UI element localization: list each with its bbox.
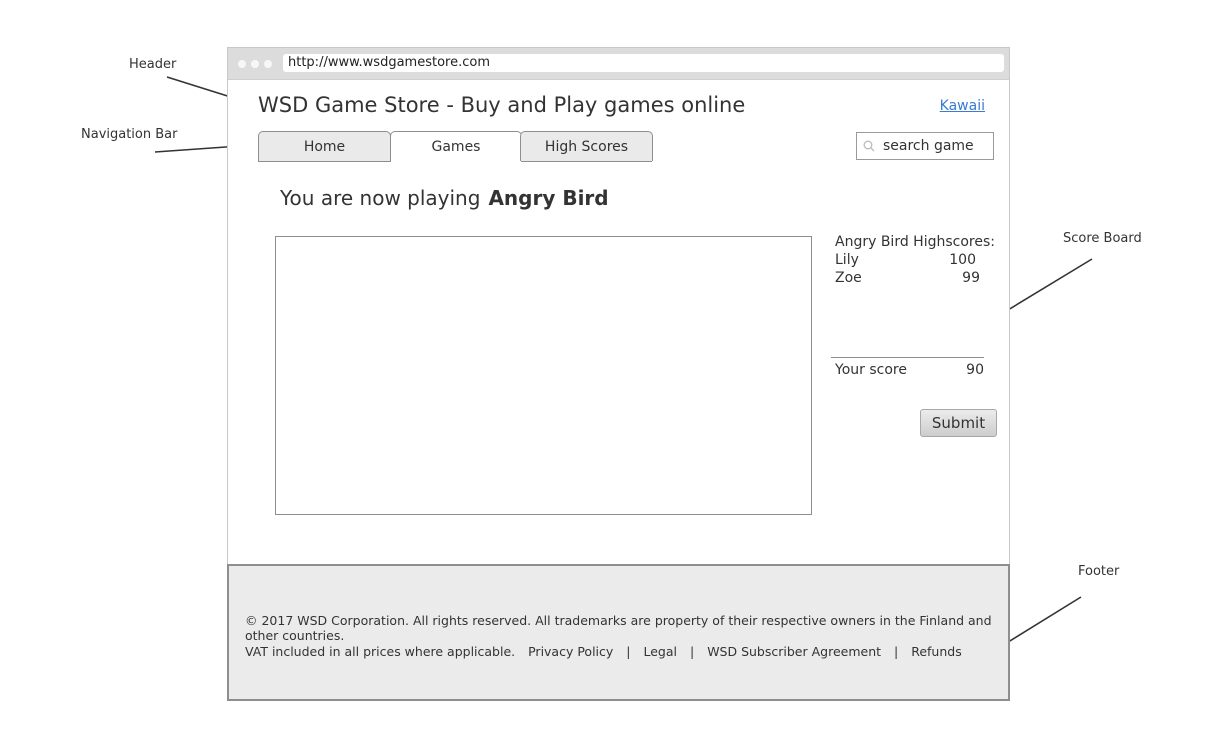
score-board-annotation: Score Board: [1063, 231, 1142, 246]
player-name: Zoe: [835, 270, 862, 286]
window-dot-icon[interactable]: [251, 60, 259, 68]
player-score: 100: [949, 252, 976, 268]
now-playing-prefix: You are now playing: [280, 186, 481, 210]
footer-separator: |: [689, 644, 695, 659]
copyright-text: © 2017 WSD Corporation. All rights reser…: [245, 613, 992, 643]
navigation-bar-annotation: Navigation Bar: [81, 127, 178, 142]
score-board-title: Angry Bird Highscores:: [835, 234, 995, 250]
footer-link-legal[interactable]: Legal: [643, 644, 677, 659]
submit-button[interactable]: Submit: [920, 409, 997, 437]
address-bar[interactable]: http://www.wsdgamestore.com: [283, 54, 1004, 72]
player-name: Lily: [835, 252, 859, 268]
game-name: Angry Bird: [488, 186, 609, 210]
footer: © 2017 WSD Corporation. All rights reser…: [227, 564, 1010, 701]
footer-link-refunds[interactable]: Refunds: [911, 644, 962, 659]
vat-notice: VAT included in all prices where applica…: [245, 644, 516, 659]
score-entry: Zoe 99: [834, 270, 982, 288]
footer-separator: |: [894, 644, 899, 659]
game-frame[interactable]: [275, 236, 812, 515]
tab-games[interactable]: Games: [390, 131, 522, 162]
tab-home[interactable]: Home: [258, 131, 391, 161]
search-icon: [863, 140, 875, 152]
score-entry: Lily 100: [834, 252, 982, 270]
tab-high-scores[interactable]: High Scores: [520, 131, 653, 161]
browser-window: http://www.wsdgamestore.com WSD Game Sto…: [227, 47, 1010, 701]
your-score-label: Your score: [835, 362, 907, 378]
your-score-value: 90: [966, 362, 984, 378]
search-box[interactable]: [856, 132, 999, 160]
now-playing-heading: You are now playing Angry Bird: [280, 186, 609, 210]
footer-link-privacy-policy[interactable]: Privacy Policy: [528, 644, 613, 659]
search-input[interactable]: [879, 135, 999, 157]
header-annotation: Header: [129, 57, 177, 72]
player-score: 99: [962, 270, 980, 286]
footer-links: VAT included in all prices where applica…: [245, 644, 971, 659]
user-link[interactable]: Kawaii: [940, 98, 985, 114]
footer-separator: |: [626, 644, 631, 659]
footer-annotation: Footer: [1078, 564, 1120, 579]
score-divider: [831, 357, 984, 358]
window-dot-icon[interactable]: [238, 60, 246, 68]
browser-chrome: http://www.wsdgamestore.com: [228, 48, 1009, 80]
site-title: WSD Game Store - Buy and Play games onli…: [258, 93, 746, 117]
footer-link-subscriber-agreement[interactable]: WSD Subscriber Agreement: [707, 644, 881, 659]
window-dot-icon[interactable]: [264, 60, 272, 68]
